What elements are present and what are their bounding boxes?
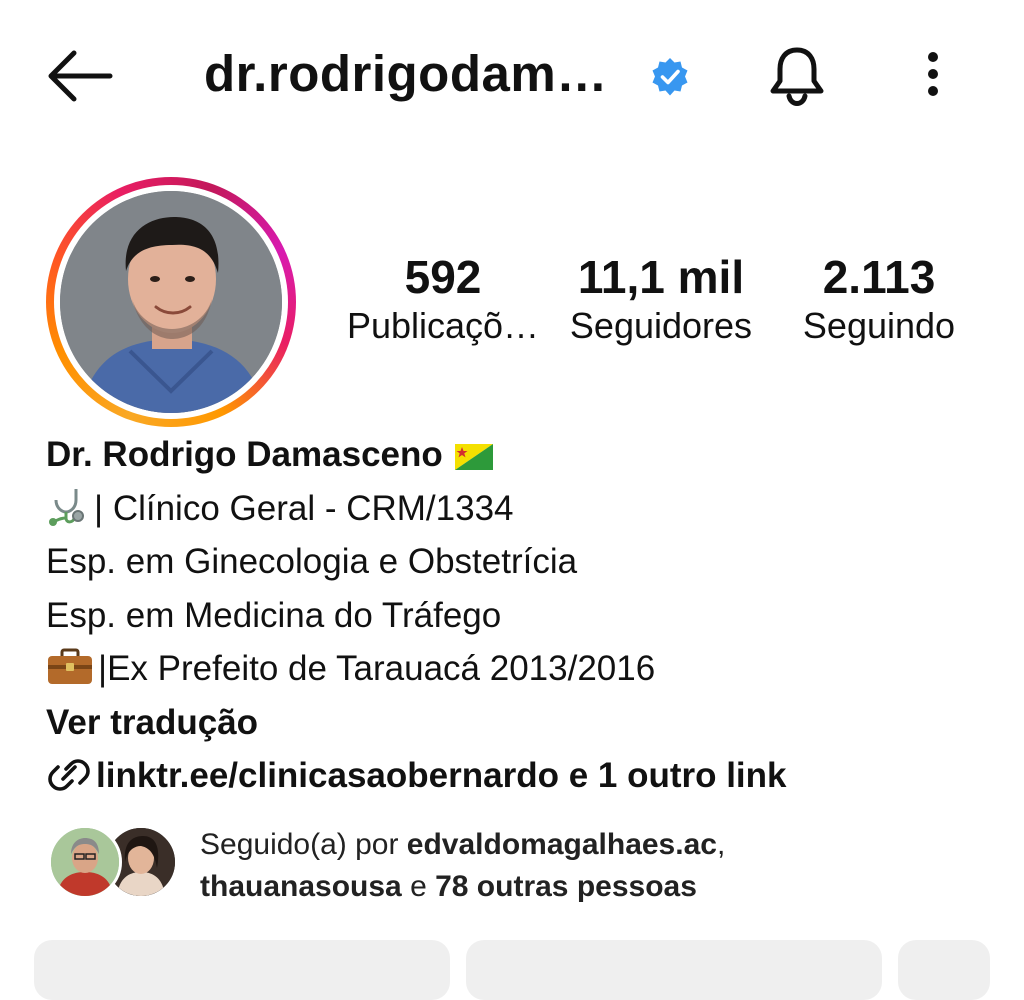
bell-icon: [770, 47, 824, 107]
back-button[interactable]: [44, 48, 114, 104]
followed-by-row[interactable]: Seguido(a) por edvaldomagalhaes.ac, thau…: [48, 822, 1008, 906]
bio-text-1: | Clínico Geral - CRM/1334: [94, 488, 514, 528]
follower-username-2[interactable]: thauanasousa: [200, 870, 402, 903]
display-name: Dr. Rodrigo Damasceno: [46, 435, 443, 474]
posts-label: Publicaçõ…: [346, 305, 540, 346]
bio-text-4: |Ex Prefeito de Tarauacá 2013/2016: [98, 649, 656, 688]
more-options-button[interactable]: [916, 50, 950, 102]
verified-badge-icon: [650, 57, 690, 97]
translate-link[interactable]: Ver tradução: [46, 696, 1006, 750]
followed-by-separator: ,: [716, 828, 726, 861]
stat-following[interactable]: 2.113 Seguindo: [784, 250, 974, 348]
posts-count: 592: [404, 251, 482, 303]
following-label: Seguindo: [802, 305, 956, 346]
bio-line-1: | Clínico Geral - CRM/1334: [46, 482, 1006, 536]
bio-line-2: Esp. em Ginecologia e Obstetrícia: [46, 542, 578, 581]
acre-flag-icon: [453, 434, 497, 488]
bio-link-row[interactable]: linktr.ee/clinicasaobernardo e 1 outro l…: [46, 749, 1006, 803]
profile-avatar[interactable]: [46, 177, 296, 427]
bio-line-3: Esp. em Medicina do Tráfego: [46, 595, 502, 635]
top-bar: dr.rodrigodam…: [0, 0, 1024, 150]
message-button[interactable]: [466, 940, 882, 1000]
followed-by-prefix: Seguido(a) por: [200, 828, 407, 861]
notifications-bell-button[interactable]: [766, 44, 828, 108]
arrow-left-icon: [48, 50, 113, 102]
followed-by-connector: e: [401, 870, 436, 903]
stat-followers[interactable]: 11,1 mil Seguidores: [558, 250, 764, 348]
followers-label: Seguidores: [569, 305, 753, 346]
follower-username-1[interactable]: edvaldomagalhaes.ac: [407, 828, 717, 861]
briefcase-icon: [46, 648, 94, 702]
bio-line-4: |Ex Prefeito de Tarauacá 2013/2016: [46, 642, 1006, 696]
suggest-button[interactable]: [898, 940, 990, 1000]
bio-link-text: linktr.ee/clinicasaobernardo e 1 outro l…: [96, 756, 787, 795]
following-count: 2.113: [822, 251, 936, 303]
followers-count: 11,1 mil: [577, 251, 745, 303]
stethoscope-icon: [46, 486, 90, 542]
followed-by-others[interactable]: 78 outras pessoas: [435, 870, 697, 903]
more-vertical-icon: [928, 52, 938, 96]
stat-posts[interactable]: 592 Publicaçõ…: [338, 250, 548, 348]
follower-avatar-1: [48, 825, 122, 899]
avatar-photo: [60, 191, 282, 413]
followed-by-text: Seguido(a) por edvaldomagalhaes.ac, thau…: [200, 824, 725, 908]
link-icon: [46, 755, 92, 809]
follow-button[interactable]: [34, 940, 450, 1000]
profile-username: dr.rodrigodam…: [204, 45, 608, 102]
bio-name-line: Dr. Rodrigo Damasceno: [46, 428, 1006, 482]
profile-bio: Dr. Rodrigo Damasceno | Clínico Geral - …: [46, 428, 1006, 803]
